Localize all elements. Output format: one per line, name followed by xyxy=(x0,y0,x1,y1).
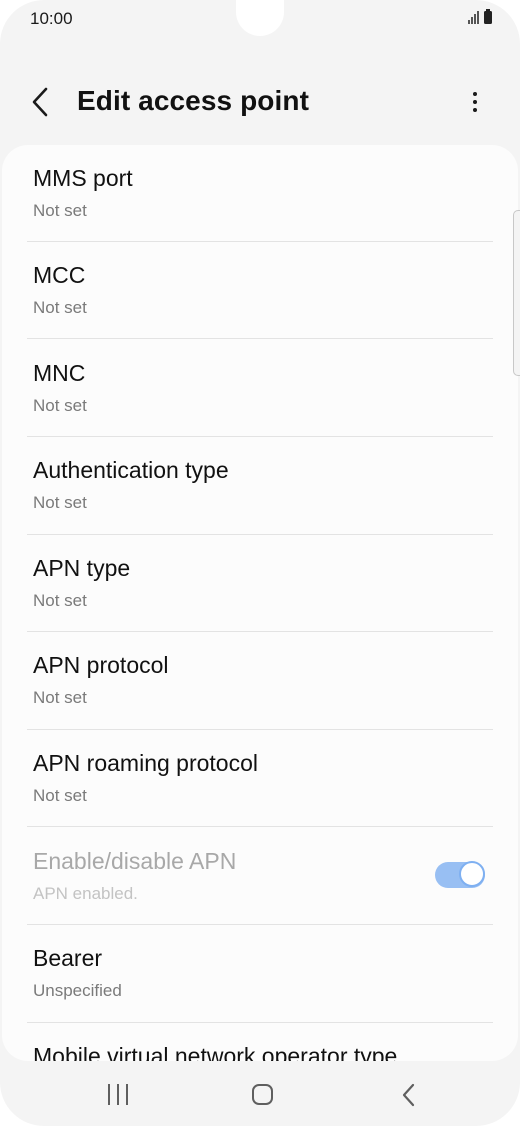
battery-icon xyxy=(484,9,492,24)
list-item-title: Mobile virtual network operator type xyxy=(33,1043,398,1061)
recent-apps-button[interactable] xyxy=(106,1084,130,1106)
list-item-title: APN roaming protocol xyxy=(33,750,258,776)
list-item-bearer[interactable]: Bearer Unspecified xyxy=(2,925,518,1022)
signal-icon xyxy=(468,10,479,24)
scroll-indicator[interactable] xyxy=(513,210,520,376)
list-item-value: Not set xyxy=(33,688,87,707)
list-item-authentication-type[interactable]: Authentication type Not set xyxy=(2,437,518,534)
back-button[interactable] xyxy=(24,82,60,122)
apn-enabled-toggle[interactable] xyxy=(435,861,485,888)
page-title: Edit access point xyxy=(77,85,309,116)
toggle-thumb xyxy=(459,861,485,887)
status-time: 10:00 xyxy=(30,9,73,28)
status-icons xyxy=(468,9,492,24)
phone-screen: 10:00 Edit access point MMS port Not set xyxy=(0,0,520,1126)
list-item-title: MNC xyxy=(33,360,86,386)
list-item-value: Unspecified xyxy=(33,981,122,1000)
list-item-mnc[interactable]: MNC Not set xyxy=(2,340,518,437)
list-item-mms-port[interactable]: MMS port Not set xyxy=(2,145,518,242)
divider xyxy=(27,826,493,827)
settings-list: MMS port Not set MCC Not set MNC Not set… xyxy=(2,145,518,1061)
list-item-mvno-type[interactable]: Mobile virtual network operator type xyxy=(2,1023,518,1061)
app-bar: Edit access point xyxy=(0,70,520,134)
list-item-value: Not set xyxy=(33,201,87,220)
list-item-value: Not set xyxy=(33,298,87,317)
list-item-apn-type[interactable]: APN type Not set xyxy=(2,535,518,632)
recent-apps-icon xyxy=(108,1084,110,1105)
divider xyxy=(27,338,493,339)
list-item-value: Not set xyxy=(33,591,87,610)
home-button[interactable] xyxy=(252,1084,273,1105)
nav-back-button[interactable] xyxy=(396,1082,422,1108)
list-item-enable-disable-apn[interactable]: Enable/disable APN APN enabled. xyxy=(2,828,518,925)
list-item-value: Not set xyxy=(33,493,87,512)
back-icon xyxy=(402,1083,415,1107)
list-item-title: Bearer xyxy=(33,945,103,971)
list-item-title: APN type xyxy=(33,555,131,581)
more-vertical-icon xyxy=(473,92,477,96)
list-item-value: Not set xyxy=(33,786,87,805)
chevron-left-icon xyxy=(32,87,48,117)
list-item-title: Enable/disable APN xyxy=(33,848,237,874)
camera-notch xyxy=(236,0,284,36)
navigation-bar xyxy=(0,1062,520,1126)
more-options-button[interactable] xyxy=(460,84,490,120)
list-item-title: MCC xyxy=(33,262,86,288)
list-item-value: Not set xyxy=(33,396,87,415)
list-item-title: MMS port xyxy=(33,165,133,191)
list-item-title: Authentication type xyxy=(33,457,229,483)
list-item-apn-protocol[interactable]: APN protocol Not set xyxy=(2,632,518,729)
list-item-value: APN enabled. xyxy=(33,884,138,903)
list-item-title: APN protocol xyxy=(33,652,169,678)
list-item-apn-roaming-protocol[interactable]: APN roaming protocol Not set xyxy=(2,730,518,827)
list-item-mcc[interactable]: MCC Not set xyxy=(2,242,518,339)
